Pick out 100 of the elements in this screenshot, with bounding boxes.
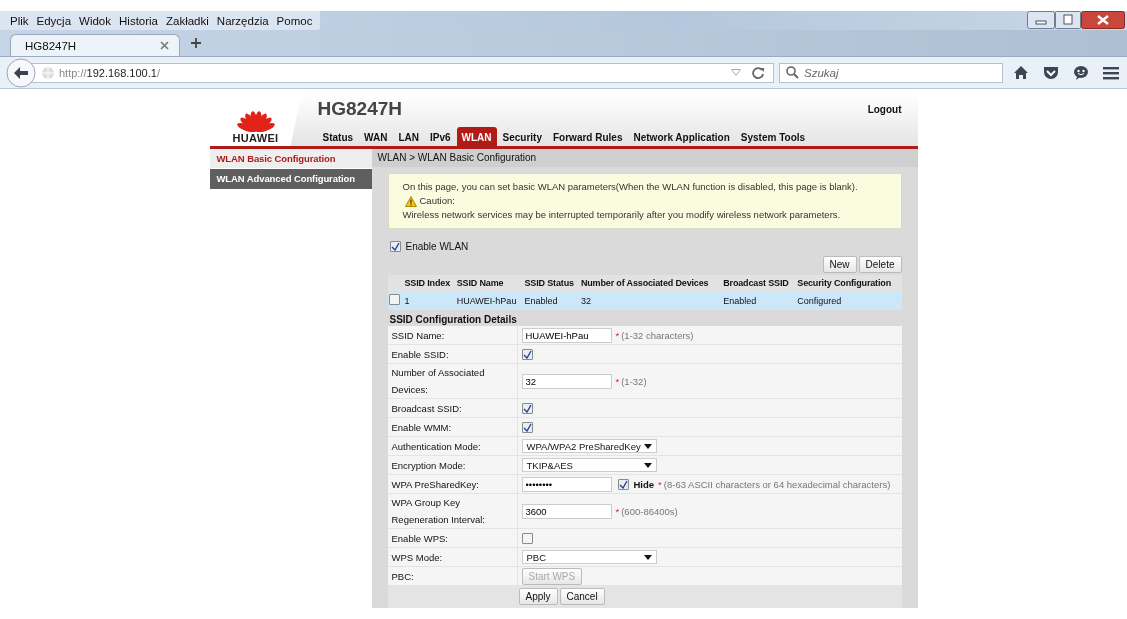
check-icon [522,349,532,359]
nav-tab[interactable]: Forward Rules [548,129,628,146]
hint-text: (1-32) [621,375,647,387]
field-label: Enable SSID: [387,345,517,363]
checkbox[interactable] [521,402,533,414]
url-text: http://192.168.100.1/ [59,66,160,79]
field-label: Encryption Mode: [387,456,517,474]
checkbox[interactable] [521,421,533,433]
dropdown[interactable]: TKIP&AES [521,458,657,472]
table-cell: Enabled [523,291,580,310]
input-field[interactable]: 32 [521,373,612,389]
field-label: Enable WPS: [387,529,517,547]
search-field[interactable]: Szukaj [779,62,1003,83]
action-button[interactable]: Apply [518,588,558,605]
hint-text: (600-86400s) [621,505,678,517]
check-icon [390,242,400,251]
reload-icon[interactable] [751,65,765,80]
breadcrumb: WLAN > WLAN Basic Configuration [371,149,918,167]
checkbox-label: Hide [633,478,655,490]
close-icon[interactable] [1081,11,1125,29]
column-header: SSID Index [403,275,456,291]
field-label: Enable WMM: [387,418,517,436]
notice-text: Wireless network services may be interrupted temporarily after you modify wireless network parameters. [402,208,842,222]
pocket-icon[interactable] [1043,65,1059,80]
table-button[interactable]: New [822,256,857,273]
column-header: SSID Status [523,275,580,291]
menu-item[interactable]: Plik [6,14,33,27]
table-cell: Enabled [722,291,797,310]
field-label: Broadcast SSID: [387,399,517,417]
globe-icon [41,65,55,80]
menu-item[interactable]: Edycja [32,14,76,27]
menu-item[interactable]: Widok [75,14,115,27]
browser-tab[interactable]: HG8247H [10,34,180,56]
plus-icon[interactable] [190,37,202,49]
restore-icon[interactable] [1055,11,1081,29]
input-field[interactable]: 3600 [521,503,612,519]
flower-logo-icon [235,110,276,132]
password-field[interactable]: •••••••• [521,476,612,492]
checkbox[interactable] [388,294,400,305]
table-button[interactable]: Delete [858,256,902,273]
checkbox[interactable] [521,532,533,544]
model-title: HG8247H [317,98,402,120]
close-icon[interactable] [160,41,169,50]
checkbox-label: Enable WLAN [405,241,469,252]
chat-icon[interactable] [1073,65,1089,80]
caret-icon [643,462,652,468]
nav-tab[interactable]: Network Application [628,129,735,146]
field-label: Authentication Mode: [387,437,517,455]
search-icon [786,66,799,79]
field-label: PBC: [387,567,517,585]
field-label: WPA Group Key Regeneration Interval: [387,494,517,528]
checkbox[interactable] [617,478,629,490]
menu-item[interactable]: Zakładki [162,14,213,27]
action-button[interactable]: Cancel [559,588,605,605]
table-cell: 1 [403,291,456,310]
field-label: WPS Mode: [387,548,517,566]
back-icon[interactable] [6,57,36,88]
column-header: Broadcast SSID [722,275,797,291]
required-mark: * [615,329,620,341]
nav-tab[interactable]: LAN [393,129,424,146]
field-label: WPA PreSharedKey: [387,475,517,493]
logout-link[interactable]: Logout [867,103,902,115]
menu-item[interactable]: Historia [115,14,162,27]
home-icon[interactable] [1013,65,1029,80]
menu-item[interactable]: Narzędzia [212,14,273,27]
menu-item[interactable]: Pomoc [272,14,317,27]
field-label: Number of Associated Devices: [387,364,517,398]
column-header: Security Configuration [796,275,902,291]
warning-icon [404,195,417,207]
caret-icon [643,554,652,560]
checkbox[interactable] [389,241,401,252]
required-mark: * [615,375,620,387]
nav-tab[interactable]: Security [497,129,547,146]
check-icon [618,479,628,489]
field-label: SSID Name: [387,326,517,344]
search-placeholder: Szukaj [804,66,839,79]
input-field[interactable]: HUAWEI-hPau [521,327,612,343]
nav-tab[interactable]: System Tools [735,129,811,146]
menu-icon[interactable] [1103,65,1119,80]
dropdown[interactable]: WPA/WPA2 PreSharedKey [521,439,657,453]
table-row[interactable]: 1 HUAWEI-hPau Enabled 32 Enabled Configured [387,291,902,310]
nav-tab[interactable]: WAN [359,129,393,146]
caution-label: Caution: [419,194,455,208]
section-title: SSID Configuration Details [388,313,518,326]
column-header: Number of Associated Devices [579,275,723,291]
required-mark: * [658,478,662,490]
caret-icon [643,443,652,449]
brand-name: HUAWEI [232,132,279,144]
nav-tab[interactable]: Status [317,129,359,146]
required-mark: * [615,505,620,517]
hint-text: (1-32 characters) [621,329,694,341]
dropdown[interactable]: PBC [521,550,657,564]
nav-tab[interactable]: IPv6 [424,129,456,146]
table-cell: HUAWEI-hPau [455,291,524,310]
minimize-icon[interactable] [1027,11,1055,29]
nav-tab[interactable]: WLAN [456,127,497,146]
tab-title: HG8247H [25,39,77,52]
sidebar-item[interactable]: WLAN Basic Configuration [209,149,372,168]
checkbox[interactable] [521,348,533,360]
sidebar-item[interactable]: WLAN Advanced Configuration [209,169,372,189]
